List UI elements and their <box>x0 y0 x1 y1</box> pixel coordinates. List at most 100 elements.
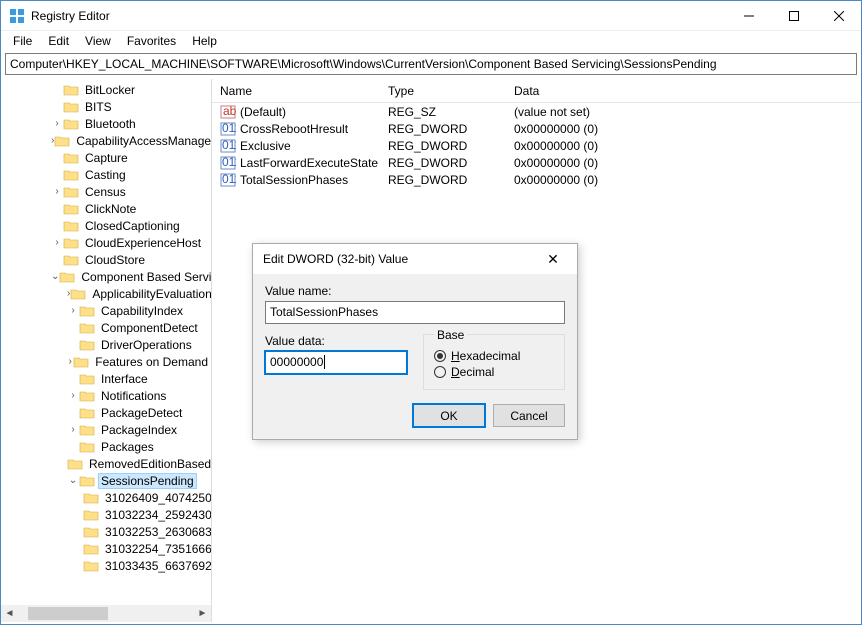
tree-item[interactable]: BitLocker <box>1 81 211 98</box>
list-header[interactable]: Name Type Data <box>212 79 861 103</box>
cancel-button[interactable]: Cancel <box>493 404 565 427</box>
tree-item-label: ComponentDetect <box>98 321 201 335</box>
scroll-right-icon[interactable]: ► <box>194 605 211 622</box>
valuename-input[interactable]: TotalSessionPhases <box>265 301 565 324</box>
value-data: 0x00000000 (0) <box>506 156 861 170</box>
tree-item[interactable]: ›CapabilityAccessManager <box>1 132 211 149</box>
tree-item-label: Notifications <box>98 389 169 403</box>
chevron-right-icon[interactable]: › <box>51 186 63 197</box>
tree-item[interactable]: ComponentDetect <box>1 319 211 336</box>
tree-item[interactable]: ›Bluetooth <box>1 115 211 132</box>
tree-item[interactable]: Interface <box>1 370 211 387</box>
radio-hexadecimal[interactable]: Hexadecimal <box>434 349 554 363</box>
tree-item-label: DriverOperations <box>98 338 195 352</box>
svg-text:011: 011 <box>222 172 236 186</box>
tree-item[interactable]: ›Features on Demand <box>1 353 211 370</box>
close-button[interactable] <box>816 1 861 31</box>
folder-icon <box>79 440 95 454</box>
tree-item[interactable]: 31032253_2630683 <box>1 523 211 540</box>
list-row[interactable]: ab(Default)REG_SZ(value not set) <box>212 103 861 120</box>
value-name: (Default) <box>240 105 286 119</box>
menu-favorites[interactable]: Favorites <box>119 32 184 50</box>
tree-item[interactable]: Casting <box>1 166 211 183</box>
tree-item[interactable]: ClickNote <box>1 200 211 217</box>
svg-text:ab: ab <box>223 104 236 118</box>
ok-button[interactable]: OK <box>413 404 485 427</box>
tree-item[interactable]: ClosedCaptioning <box>1 217 211 234</box>
tree-item[interactable]: ›CapabilityIndex <box>1 302 211 319</box>
tree-item[interactable]: ›Census <box>1 183 211 200</box>
chevron-right-icon[interactable]: › <box>67 305 79 316</box>
tree-item-label: Component Based Servicing <box>78 270 211 284</box>
address-bar[interactable]: Computer\HKEY_LOCAL_MACHINE\SOFTWARE\Mic… <box>5 53 857 75</box>
tree-item[interactable]: ⌄ SessionsPending <box>1 472 211 489</box>
valuedata-input[interactable]: 00000000 <box>265 351 407 374</box>
col-type[interactable]: Type <box>380 80 506 102</box>
list-row[interactable]: 011CrossRebootHresultREG_DWORD0x00000000… <box>212 120 861 137</box>
tree-item[interactable]: DriverOperations <box>1 336 211 353</box>
scroll-left-icon[interactable]: ◄ <box>1 605 18 622</box>
folder-icon <box>67 457 83 471</box>
folder-icon <box>63 168 79 182</box>
tree-item[interactable]: 31033435_6637692 <box>1 557 211 574</box>
tree-item[interactable]: BITS <box>1 98 211 115</box>
close-icon[interactable]: ✕ <box>533 251 573 268</box>
tree-item[interactable]: 31026409_4074250508 <box>1 489 211 506</box>
value-type: REG_DWORD <box>380 156 506 170</box>
chevron-down-icon[interactable]: ⌄ <box>67 475 79 486</box>
tree-pane: BitLockerBITS›Bluetooth›CapabilityAccess… <box>1 79 212 622</box>
menu-file[interactable]: File <box>5 32 40 50</box>
value-type: REG_DWORD <box>380 139 506 153</box>
chevron-down-icon[interactable]: ⌄ <box>51 271 59 282</box>
horizontal-scrollbar[interactable]: ◄ ► <box>1 605 211 622</box>
scroll-track[interactable] <box>18 605 194 622</box>
maximize-button[interactable] <box>771 1 816 31</box>
tree-item-label: Capture <box>82 151 131 165</box>
tree-item[interactable]: 31032254_7351666 <box>1 540 211 557</box>
list-row[interactable]: 011ExclusiveREG_DWORD0x00000000 (0) <box>212 137 861 154</box>
menu-edit[interactable]: Edit <box>40 32 77 50</box>
tree-item[interactable]: CloudStore <box>1 251 211 268</box>
tree-item[interactable]: ›ApplicabilityEvaluationCache <box>1 285 211 302</box>
folder-icon <box>79 372 95 386</box>
list-row[interactable]: 011LastForwardExecuteStateREG_DWORD0x000… <box>212 154 861 171</box>
tree-item[interactable]: › Notifications <box>1 387 211 404</box>
tree-item[interactable]: › PackageIndex <box>1 421 211 438</box>
titlebar: Registry Editor <box>1 1 861 31</box>
dialog-titlebar[interactable]: Edit DWORD (32-bit) Value ✕ <box>253 244 577 274</box>
tree-item[interactable]: Packages <box>1 438 211 455</box>
radio-decimal[interactable]: Decimal <box>434 365 554 379</box>
list-row[interactable]: 011TotalSessionPhasesREG_DWORD0x00000000… <box>212 171 861 188</box>
folder-icon <box>79 389 95 403</box>
menu-help[interactable]: Help <box>184 32 225 50</box>
tree-item-label: 31026409_4074250508 <box>102 491 211 505</box>
tree-item-label: RemovedEditionBasedFeatures <box>86 457 211 471</box>
tree-item[interactable]: Capture <box>1 149 211 166</box>
scroll-thumb[interactable] <box>28 607 108 620</box>
col-name[interactable]: Name <box>212 80 380 102</box>
tree-item[interactable]: PackageDetect <box>1 404 211 421</box>
dialog-title: Edit DWORD (32-bit) Value <box>263 252 533 266</box>
tree-item[interactable]: 31032234_2592430 <box>1 506 211 523</box>
chevron-right-icon[interactable]: › <box>67 390 79 401</box>
tree-item[interactable]: RemovedEditionBasedFeatures <box>1 455 211 472</box>
tree-item-label: SessionsPending <box>98 473 197 489</box>
folder-icon <box>83 559 99 573</box>
chevron-right-icon[interactable]: › <box>51 237 63 248</box>
folder-icon <box>59 270 75 284</box>
binary-value-icon: 011 <box>220 121 236 137</box>
chevron-right-icon[interactable]: › <box>51 118 63 129</box>
chevron-right-icon[interactable]: › <box>67 424 79 435</box>
valuedata-label: Value data: <box>265 334 407 348</box>
tree-item[interactable]: ›CloudExperienceHost <box>1 234 211 251</box>
menu-view[interactable]: View <box>77 32 119 50</box>
folder-icon <box>70 287 86 301</box>
tree-item-label: PackageIndex <box>98 423 180 437</box>
folder-icon <box>73 355 89 369</box>
radio-dot-icon <box>434 350 446 362</box>
folder-icon <box>63 202 79 216</box>
folder-icon <box>83 508 99 522</box>
minimize-button[interactable] <box>726 1 771 31</box>
col-data[interactable]: Data <box>506 80 861 102</box>
tree-item[interactable]: ⌄ Component Based Servicing <box>1 268 211 285</box>
